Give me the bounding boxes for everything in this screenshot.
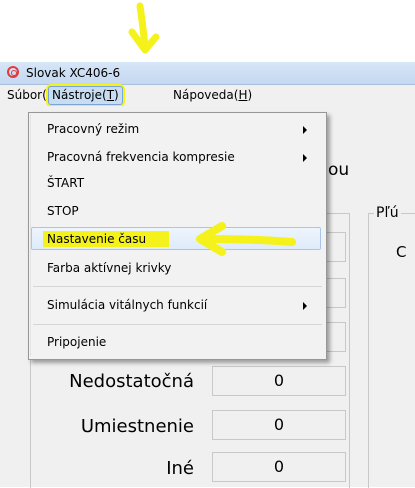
row-label-ine: Iné [166,458,194,479]
submenu-arrow-icon [303,302,307,310]
window-title: Slovak XC406-6 [26,66,121,80]
row-label-nedostatocna: Nedostatočná [69,371,194,392]
menu-item-simulacia[interactable]: Simulácia vitálnych funkcií [47,294,207,316]
menu-separator [33,324,322,325]
lung-groupbox [368,213,415,488]
value-box-umiestnenie: 0 [212,410,346,440]
lung-groupbox-fragment: C [396,243,407,261]
menu-nastroje[interactable]: Nástroje(T) [48,86,123,105]
submenu-arrow-icon [303,126,307,134]
annotation-arrow-top [112,2,172,64]
value-box-ine: 0 [212,452,346,482]
app-icon [7,66,19,78]
value-box-nedostatocna: 0 [212,366,346,396]
menu-item-nastavenie-casu[interactable]: Nastavenie času [47,228,146,250]
submenu-arrow-icon [303,154,307,162]
menu-item-start[interactable]: ŠTART [47,172,84,194]
tab-label-fragment[interactable]: ou [328,160,349,180]
lung-groupbox-title: Pľú [374,205,401,221]
row-label-umiestnenie: Umiestnenie [80,416,194,437]
menu-item-pracovny-rezim[interactable]: Pracovný režim [47,118,139,140]
menu-item-pracovna-frekvencia[interactable]: Pracovná frekvencia kompresie [47,146,235,168]
menu-item-stop[interactable]: STOP [47,200,79,222]
menu-separator [33,286,322,287]
menu-item-pripojenie[interactable]: Pripojenie [47,331,106,353]
annotation-arrow-side [188,220,298,260]
menu-item-farba-krivky[interactable]: Farba aktívnej krivky [47,257,171,279]
menu-napoveda[interactable]: Nápoveda(H) [170,88,255,102]
